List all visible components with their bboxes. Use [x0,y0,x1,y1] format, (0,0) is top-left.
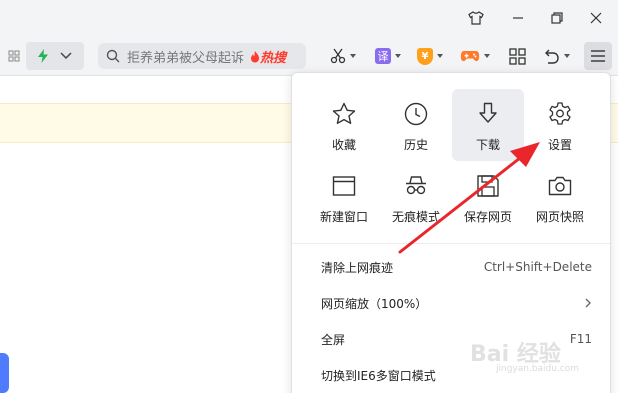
flame-icon [251,50,260,62]
caret-down-icon [484,54,490,58]
search-icon [106,49,120,63]
lightning-icon [38,49,48,63]
search-box[interactable]: 拒养弟弟被父母起诉 热搜 [98,43,306,69]
undo-close-tab-button[interactable] [538,42,574,70]
menu-history[interactable]: 历史 [382,89,450,161]
caret-down-icon [437,54,443,58]
extensions-grid-icon [508,47,526,65]
menu-incognito[interactable]: 无痕模式 [382,161,450,233]
menu-item-label: 切换到IE6多窗口模式 [321,368,436,383]
menu-page-zoom[interactable]: 网页缩放（100%） [292,285,610,321]
menu-new-window[interactable]: 新建窗口 [310,161,378,233]
menu-save-page[interactable]: 保存网页 [454,161,522,233]
menu-grid-label: 设置 [547,138,572,152]
gamepad-icon [460,51,480,62]
menu-download[interactable]: 下载 [452,89,524,161]
title-bar [0,0,618,36]
translate-button[interactable]: 译 [372,42,404,70]
hot-search-badge[interactable]: 热搜 [250,47,286,66]
menu-grid-label: 网页快照 [535,210,584,224]
speed-mode-button[interactable] [26,42,84,70]
watermark-sub: jingyan.baidu.com [496,364,580,374]
game-button[interactable] [458,42,492,70]
search-query: 拒养弟弟被父母起诉 [127,50,245,66]
gear-icon [549,102,571,125]
incognito-icon [406,176,426,195]
caret-down-icon [350,54,356,58]
menu-grid-label: 收藏 [331,138,356,152]
side-float-tab[interactable] [0,353,9,393]
screenshot-scissors-button[interactable] [328,42,358,70]
baidu-watermark: Bai 经验 jingyan.baidu.com [470,336,618,388]
clock-icon [404,102,428,126]
coin-shield-button[interactable]: ¥ [414,42,446,70]
menu-favorites[interactable]: 收藏 [310,89,378,161]
download-icon [479,102,497,123]
close-icon[interactable] [581,4,611,32]
menu-clear-traces[interactable]: 清除上网痕迹 Ctrl+Shift+Delete [292,249,610,285]
menu-grid-label: 保存网页 [463,210,512,224]
menu-grid-label: 新建窗口 [319,210,368,224]
hot-search-label: 热搜 [260,50,287,66]
scissors-icon [330,48,346,64]
menu-item-shortcut: Ctrl+Shift+Delete [483,260,592,274]
star-icon [332,102,356,124]
skin-shirt-icon[interactable] [461,4,491,32]
minimize-icon[interactable] [503,4,533,32]
menu-divider [292,243,610,244]
menu-grid-label: 历史 [403,138,428,152]
apps-grid-icon[interactable] [4,42,24,70]
caret-down-icon [564,54,570,58]
chevron-right-icon [585,298,591,308]
menu-grid-label: 下载 [475,138,500,152]
menu-item-label: 网页缩放（100%） [321,296,428,311]
chevron-down-icon [60,52,72,60]
main-menu-button[interactable] [584,42,612,70]
menu-item-label: 清除上网痕迹 [321,260,394,275]
caret-down-icon [395,54,401,58]
menu-grid-label: 无痕模式 [391,210,440,224]
extensions-button[interactable] [505,42,529,70]
coin-shield-icon: ¥ [417,47,433,65]
menu-settings[interactable]: 设置 [526,89,594,161]
translate-icon: 译 [375,48,391,64]
menu-item-label: 全屏 [321,332,346,347]
camera-icon [548,176,572,196]
menu-snapshot[interactable]: 网页快照 [526,161,594,233]
window-icon [332,176,356,196]
hamburger-icon [591,50,605,62]
undo-icon [545,49,559,64]
save-icon [477,175,499,197]
restore-icon[interactable] [542,4,572,32]
